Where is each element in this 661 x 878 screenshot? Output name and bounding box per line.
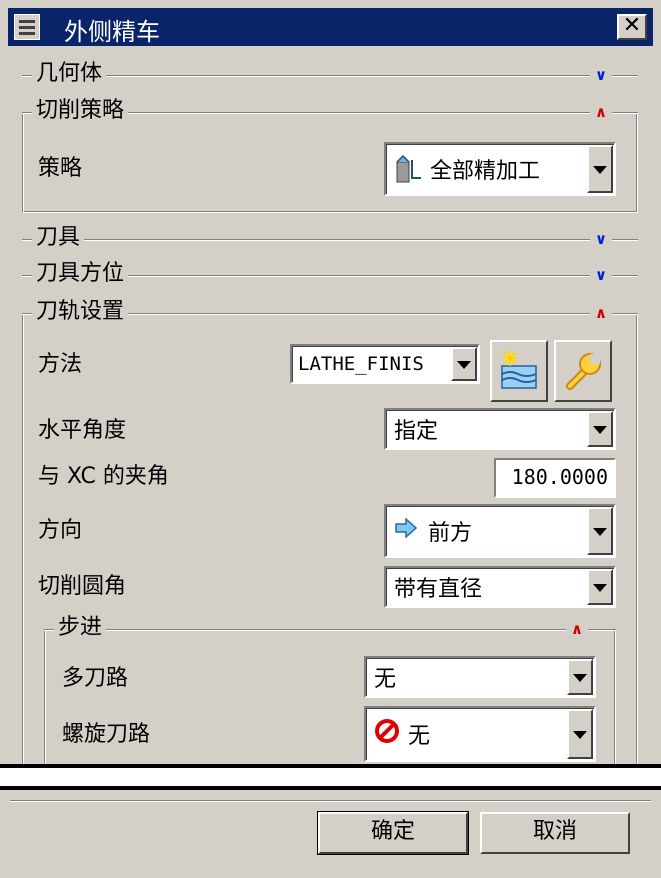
cancel-button[interactable]: 取消 [480, 812, 630, 854]
section-geometry-title[interactable]: 几何体 [32, 60, 107, 88]
method-label: 方法 [38, 352, 83, 377]
crop-break-line [0, 786, 661, 790]
spiral-label: 螺旋刀路 [62, 722, 151, 747]
operation-dialog: 外侧精车 ✕ 几何体 ∨ 切削策略 ∧ 策略 全部精加工 刀具 ∨ 刀具方位 ∨ [0, 0, 661, 878]
arrow-right-icon [394, 517, 418, 544]
section-cut-strategy-title[interactable]: 切削策略 [32, 97, 129, 125]
spiral-dropdown[interactable]: 无 [364, 706, 596, 762]
section-divider [22, 239, 638, 241]
section-stepover-title[interactable]: 步进 [54, 614, 107, 642]
wrench-icon [562, 350, 604, 398]
direction-dropdown[interactable]: 前方 [384, 504, 616, 558]
edit-method-button[interactable] [554, 340, 612, 402]
dropdown-arrow-icon[interactable] [587, 507, 613, 555]
section-tool-title[interactable]: 刀具 [32, 224, 85, 252]
method-value: LATHE_FINIS [298, 353, 424, 375]
chevron-double-up-icon[interactable]: ∧ [566, 618, 588, 640]
horizontal-angle-value: 指定 [394, 419, 439, 444]
chevron-double-down-icon[interactable]: ∨ [590, 64, 612, 86]
window-title: 外侧精车 [64, 18, 160, 46]
new-method-button[interactable] [490, 340, 548, 402]
prohibited-icon [374, 718, 400, 750]
horizontal-angle-dropdown[interactable]: 指定 [384, 408, 616, 450]
window-menu-icon[interactable] [14, 14, 40, 40]
chevron-double-down-icon[interactable]: ∨ [590, 264, 612, 286]
direction-label: 方向 [38, 518, 83, 543]
multi-pass-label: 多刀路 [62, 666, 129, 691]
xc-angle-input[interactable]: 180.0000 [494, 458, 616, 498]
dropdown-arrow-icon[interactable] [451, 347, 477, 381]
dropdown-arrow-icon[interactable] [587, 145, 613, 193]
strategy-label: 策略 [38, 156, 83, 181]
strategy-value: 全部精加工 [430, 159, 541, 184]
footer-divider [10, 800, 651, 802]
dropdown-arrow-icon[interactable] [587, 411, 613, 447]
chevron-double-up-icon[interactable]: ∧ [590, 302, 612, 324]
section-path-settings-title[interactable]: 刀轨设置 [32, 298, 129, 326]
corner-label: 切削圆角 [38, 574, 127, 599]
corner-dropdown[interactable]: 带有直径 [384, 566, 616, 608]
multi-pass-value: 无 [374, 667, 397, 692]
spiral-value: 无 [408, 724, 431, 749]
ok-button[interactable]: 确定 [317, 811, 469, 855]
method-dropdown[interactable]: LATHE_FINIS [290, 344, 480, 384]
corner-value: 带有直径 [394, 577, 483, 602]
dropdown-arrow-icon[interactable] [567, 709, 593, 759]
chevron-double-up-icon[interactable]: ∧ [590, 101, 612, 123]
xc-angle-label: 与 XC 的夹角 [38, 464, 169, 489]
dropdown-arrow-icon[interactable] [587, 569, 613, 605]
direction-value: 前方 [428, 521, 473, 546]
crop-break-gap [0, 768, 661, 786]
chevron-double-down-icon[interactable]: ∨ [590, 228, 612, 250]
strategy-dropdown[interactable]: 全部精加工 [384, 142, 616, 196]
section-tool-orientation-title[interactable]: 刀具方位 [32, 260, 129, 288]
finish-all-icon [394, 154, 424, 184]
horizontal-angle-label: 水平角度 [38, 418, 127, 443]
section-divider [44, 629, 616, 631]
close-button[interactable]: ✕ [617, 14, 647, 40]
section-divider [22, 75, 638, 77]
dropdown-arrow-icon[interactable] [567, 659, 593, 695]
new-method-icon [498, 350, 540, 398]
multi-pass-dropdown[interactable]: 无 [364, 656, 596, 698]
title-bar[interactable]: 外侧精车 ✕ [8, 8, 653, 46]
